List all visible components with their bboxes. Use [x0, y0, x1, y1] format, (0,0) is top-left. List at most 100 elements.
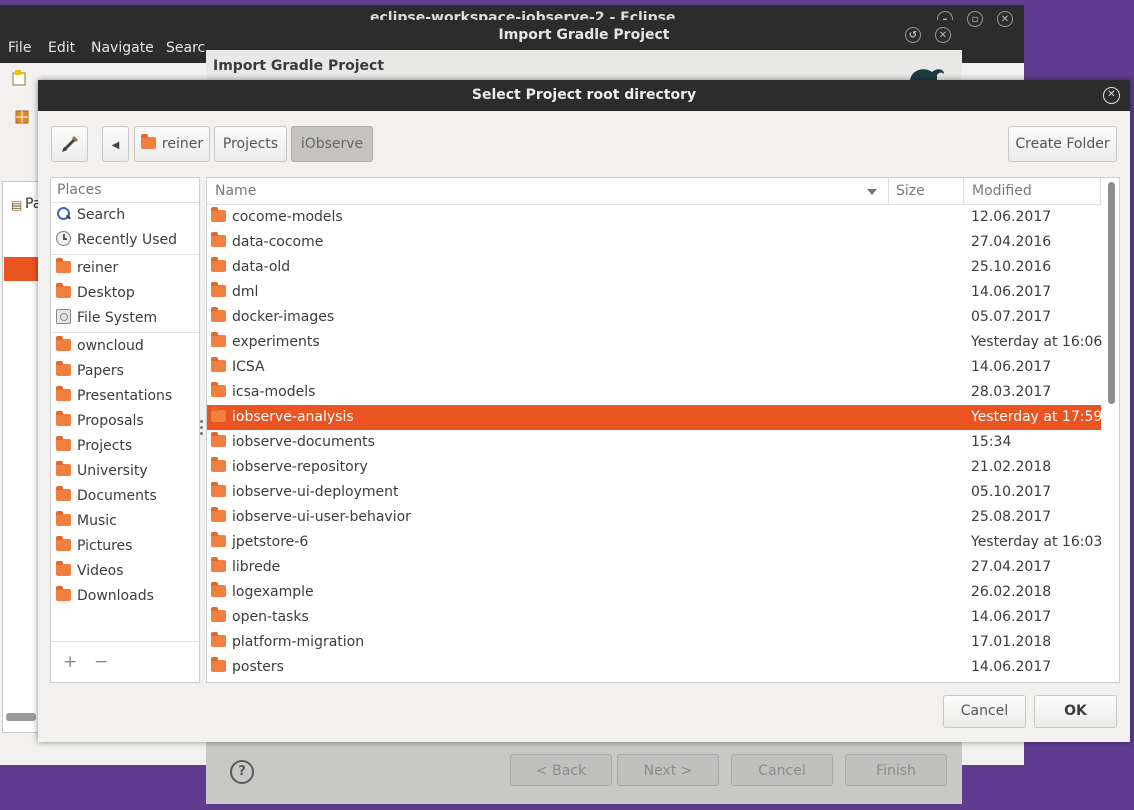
- help-button[interactable]: ?: [230, 760, 254, 784]
- column-size-header[interactable]: Size: [896, 183, 925, 199]
- back-button[interactable]: < Back: [510, 754, 612, 786]
- folder-icon: [56, 511, 71, 526]
- new-wizard-icon[interactable]: [0, 63, 50, 133]
- place-university[interactable]: University: [51, 459, 199, 484]
- chooser-titlebar: Select Project root directory ✕: [38, 80, 1130, 111]
- file-row[interactable]: posters 14.06.2017: [207, 655, 1101, 680]
- remove-place-button[interactable]: −: [94, 652, 108, 672]
- file-row[interactable]: platform-migration 17.01.2018: [207, 630, 1101, 655]
- file-row[interactable]: iobserve-ui-deployment 05.10.2017: [207, 480, 1101, 505]
- path-segment-label: iObserve: [300, 136, 364, 152]
- file-modified: 14.06.2017: [971, 359, 1052, 375]
- place-videos[interactable]: Videos: [51, 559, 199, 584]
- file-name-label: open-tasks: [232, 609, 309, 625]
- close-icon[interactable]: ✕: [1103, 87, 1120, 104]
- place-reiner[interactable]: reiner: [51, 256, 199, 281]
- path-back-button[interactable]: ◀: [102, 126, 129, 162]
- folder-icon: [211, 282, 226, 297]
- file-name-label: platform-migration: [232, 634, 365, 650]
- finish-button[interactable]: Finish: [845, 754, 947, 786]
- path-segment-iobserve[interactable]: iObserve: [291, 126, 373, 162]
- ok-button[interactable]: OK: [1034, 695, 1117, 728]
- close-icon[interactable]: ✕: [935, 27, 951, 43]
- folder-icon: [56, 258, 71, 273]
- place-search[interactable]: Search: [51, 203, 199, 228]
- place-file-system[interactable]: File System: [51, 306, 199, 331]
- place-desktop[interactable]: Desktop: [51, 281, 199, 306]
- file-name-label: posters: [232, 659, 284, 675]
- place-owncloud[interactable]: owncloud: [51, 334, 199, 359]
- file-modified: 15:34: [971, 434, 1012, 450]
- file-row[interactable]: cocome-models 12.06.2017: [207, 205, 1101, 230]
- folder-icon: [211, 257, 226, 272]
- file-list-header: Name Size Modified: [207, 178, 1101, 205]
- maximize-icon[interactable]: ▫: [967, 11, 983, 27]
- menu-navigate[interactable]: Navigate: [91, 40, 154, 56]
- file-row[interactable]: iobserve-repository 21.02.2018: [207, 455, 1101, 480]
- add-place-button[interactable]: +: [63, 652, 77, 672]
- selected-project-row[interactable]: [4, 257, 38, 281]
- file-row[interactable]: data-cocome 27.04.2016: [207, 230, 1101, 255]
- chooser-title: Select Project root directory: [471, 87, 697, 103]
- place-label: Documents: [77, 488, 157, 504]
- file-row[interactable]: iobserve-analysis Yesterday at 17:59: [207, 405, 1102, 430]
- file-row[interactable]: jpetstore-6 Yesterday at 16:03: [207, 530, 1103, 555]
- file-modified: 21.02.2018: [971, 459, 1052, 475]
- file-row[interactable]: ICSA 14.06.2017: [207, 355, 1101, 380]
- file-row[interactable]: dml 14.06.2017: [207, 280, 1101, 305]
- place-presentations[interactable]: Presentations: [51, 384, 199, 409]
- place-label: University: [77, 463, 148, 479]
- file-name: iobserve-repository: [211, 455, 368, 480]
- path-segment-projects[interactable]: Projects: [214, 126, 287, 162]
- type-location-button[interactable]: [51, 126, 88, 162]
- place-music[interactable]: Music: [51, 509, 199, 534]
- gradle-dialog-subtitle: Import Gradle Project: [213, 58, 385, 74]
- file-row[interactable]: experiments Yesterday at 16:06: [207, 330, 1102, 355]
- file-row[interactable]: docker-images 05.07.2017: [207, 305, 1101, 330]
- horizontal-scrollbar[interactable]: [6, 713, 36, 721]
- folder-icon: [56, 486, 71, 501]
- column-name-header[interactable]: Name: [215, 183, 256, 199]
- folder-icon: [211, 457, 226, 472]
- menu-edit[interactable]: Edit: [48, 40, 75, 56]
- file-modified: Yesterday at 16:03: [971, 534, 1103, 550]
- file-modified: 27.04.2017: [971, 559, 1052, 575]
- column-modified-header[interactable]: Modified: [972, 183, 1032, 199]
- cancel-button[interactable]: Cancel: [943, 695, 1026, 728]
- menu-file[interactable]: File: [8, 40, 31, 56]
- file-row[interactable]: data-old 25.10.2016: [207, 255, 1101, 280]
- place-label: Presentations: [77, 388, 173, 404]
- place-proposals[interactable]: Proposals: [51, 409, 199, 434]
- file-row[interactable]: open-tasks 14.06.2017: [207, 605, 1101, 630]
- pane-resize-handle[interactable]: [200, 420, 204, 438]
- file-row[interactable]: librede 27.04.2017: [207, 555, 1101, 580]
- file-modified: 28.03.2017: [971, 384, 1052, 400]
- cancel-button[interactable]: Cancel: [731, 754, 833, 786]
- restore-icon[interactable]: ↺: [905, 27, 921, 43]
- file-row[interactable]: icsa-models 28.03.2017: [207, 380, 1101, 405]
- close-icon[interactable]: ✕: [997, 11, 1013, 27]
- file-row[interactable]: iobserve-ui-user-behavior 25.08.2017: [207, 505, 1101, 530]
- file-row[interactable]: iobserve-documents 15:34: [207, 430, 1101, 455]
- create-folder-button[interactable]: Create Folder: [1008, 126, 1117, 162]
- folder-icon: [211, 307, 226, 322]
- file-name: cocome-models: [211, 205, 343, 230]
- next-button[interactable]: Next >: [617, 754, 719, 786]
- place-papers[interactable]: Papers: [51, 359, 199, 384]
- place-pictures[interactable]: Pictures: [51, 534, 199, 559]
- folder-icon: [211, 507, 226, 522]
- path-segment-reiner[interactable]: reiner: [134, 126, 210, 162]
- folder-icon: [211, 557, 226, 572]
- file-name: iobserve-ui-user-behavior: [211, 505, 411, 530]
- place-downloads[interactable]: Downloads: [51, 584, 199, 609]
- place-documents[interactable]: Documents: [51, 484, 199, 509]
- file-name-label: iobserve-repository: [232, 459, 368, 475]
- place-recently-used[interactable]: Recently Used: [51, 228, 199, 253]
- place-projects[interactable]: Projects: [51, 434, 199, 459]
- folder-icon: [56, 586, 71, 601]
- file-row[interactable]: logexample 26.02.2018: [207, 580, 1101, 605]
- folder-icon: [56, 386, 71, 401]
- pencil-icon: [61, 135, 78, 152]
- vertical-scrollbar[interactable]: [1108, 182, 1115, 404]
- folder-icon: [211, 357, 226, 372]
